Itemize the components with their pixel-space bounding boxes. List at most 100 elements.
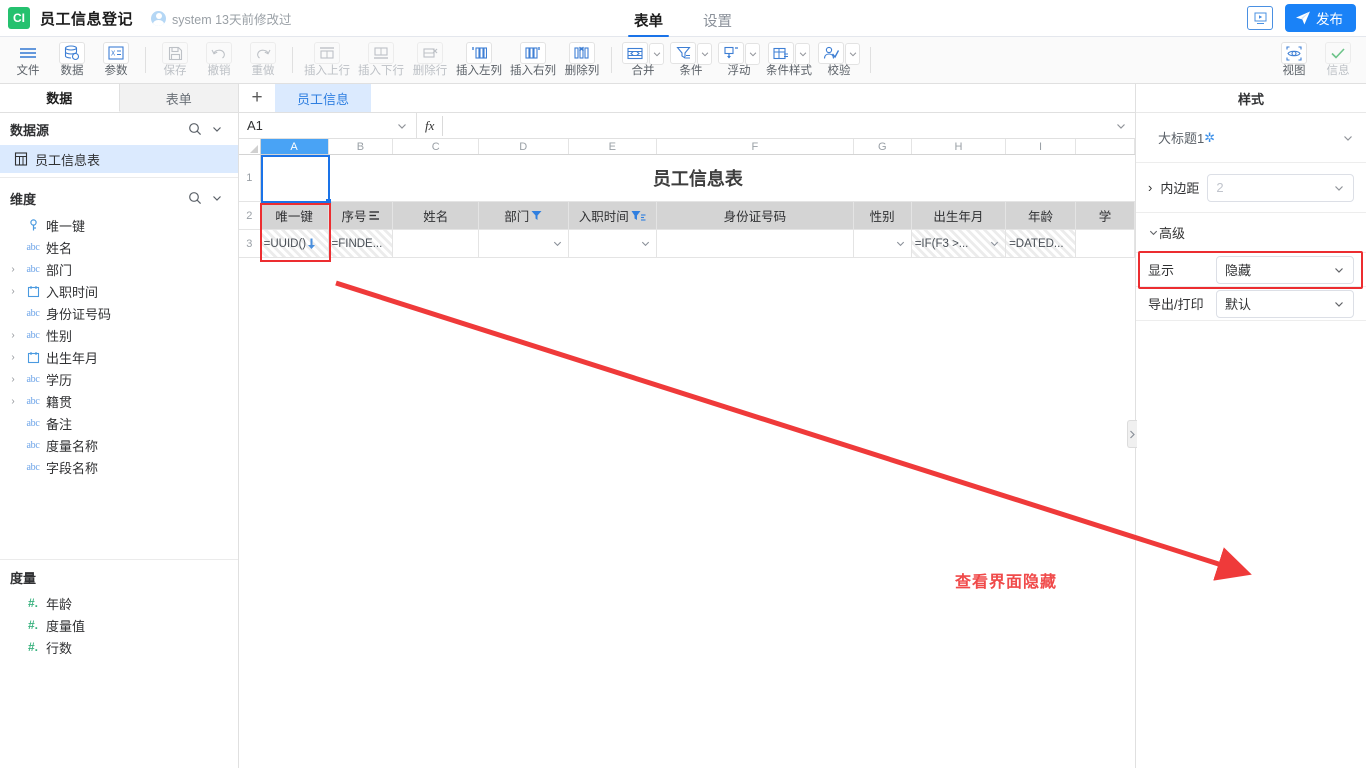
data-cell[interactable] [393,230,479,257]
tab-form[interactable]: 表单 [634,10,663,37]
dimension-field-度量名称[interactable]: abc 度量名称 [0,434,238,456]
data-cell[interactable]: =IF(F3 >... [912,230,1006,257]
dimension-field-性别[interactable]: › abc 性别 [0,324,238,346]
table-header-cell[interactable]: 序号 [329,202,394,229]
ribbon-button-插入左列[interactable]: 插入左列 [452,38,506,83]
add-sheet-button[interactable]: + [239,84,275,112]
chevron-down-icon[interactable] [745,43,760,65]
chevron-down-icon[interactable] [649,43,664,65]
dimension-field-学历[interactable]: › abc 学历 [0,368,238,390]
table-header-cell[interactable]: 唯一键 [261,202,329,229]
ribbon-button-文件[interactable]: 文件 [6,38,50,83]
style-preset-selector[interactable]: 大标题1 ✲ [1136,113,1366,163]
display-select[interactable]: 隐藏 [1216,256,1354,284]
column-header-G[interactable]: G [854,139,912,154]
data-cell[interactable] [1076,230,1135,257]
chevron-down-icon[interactable] [845,43,860,65]
chevron-down-icon[interactable] [895,238,906,249]
table-header-cell[interactable]: 出生年月 [912,202,1006,229]
data-cell[interactable] [479,230,569,257]
chevron-right-icon[interactable]: › [1148,180,1152,195]
chevron-down-icon[interactable] [795,43,810,65]
chevron-down-icon[interactable] [989,238,1000,249]
ribbon-button-数据[interactable]: 数据 [50,38,94,83]
tab-settings[interactable]: 设置 [703,10,732,37]
column-header-B[interactable]: B [329,139,394,154]
ribbon-button-插入右列[interactable]: 插入右列 [506,38,560,83]
column-header-I[interactable]: I [1006,139,1076,154]
table-header-cell[interactable]: 性别 [854,202,912,229]
name-box[interactable]: A1 [239,113,417,138]
dimension-field-备注[interactable]: abc 备注 [0,412,238,434]
data-cell[interactable] [569,230,658,257]
row-header-3[interactable]: 3 [239,230,261,257]
table-header-cell[interactable]: 部门 [479,202,569,229]
ribbon-group-校验[interactable]: 校验 [815,38,863,83]
search-icon[interactable] [184,118,206,140]
measure-field-行数[interactable]: #. 行数 [0,636,238,658]
chevron-right-icon[interactable]: › [6,286,20,297]
advanced-section-header[interactable]: 高级 [1136,213,1366,253]
column-header-E[interactable]: E [569,139,658,154]
table-header-cell[interactable]: 入职时间 [569,202,658,229]
dimension-field-入职时间[interactable]: › 入职时间 [0,280,238,302]
left-tab-form[interactable]: 表单 [120,84,239,112]
ribbon-group-浮动[interactable]: 浮动 [715,38,763,83]
chevron-right-icon[interactable]: › [6,330,20,341]
dimension-field-姓名[interactable]: abc 姓名 [0,236,238,258]
table-header-cell[interactable]: 年龄 [1006,202,1076,229]
table-header-cell[interactable]: 姓名 [393,202,479,229]
chevron-right-icon[interactable]: › [6,374,20,385]
data-cell[interactable]: =DATED... [1006,230,1076,257]
data-cell[interactable]: =FINDE... [329,230,394,257]
row-header-1[interactable]: 1 [239,155,261,201]
column-header-blank[interactable] [1076,139,1135,154]
chevron-right-icon[interactable]: › [6,396,20,407]
formula-input[interactable] [442,116,1107,136]
chevron-down-icon[interactable] [1115,120,1127,132]
column-header-F[interactable]: F [657,139,854,154]
left-tab-data[interactable]: 数据 [0,84,120,112]
ribbon-button-参数[interactable]: X 参数 [94,38,138,83]
column-header-H[interactable]: H [912,139,1006,154]
dimension-field-部门[interactable]: › abc 部门 [0,258,238,280]
export-print-select[interactable]: 默认 [1216,290,1354,318]
chevron-down-icon[interactable] [640,238,651,249]
ribbon-group-条件样式[interactable]: 条件样式 [763,38,815,83]
chevron-down-icon[interactable] [206,118,228,140]
sheet-title-cell[interactable]: 员工信息表 [261,155,1135,201]
search-icon[interactable] [184,187,206,209]
panel-collapse-handle[interactable] [1127,420,1137,448]
ribbon-group-条件[interactable]: 条件 [667,38,715,83]
chevron-down-icon[interactable] [206,187,228,209]
data-cell[interactable] [854,230,912,257]
data-cell[interactable] [657,230,854,257]
row-header-2[interactable]: 2 [239,202,261,229]
measure-field-度量值[interactable]: #. 度量值 [0,614,238,636]
datasource-item-employee-table[interactable]: 员工信息表 [0,145,238,173]
column-header-A[interactable]: A [261,139,329,154]
sheet-tab-employee-info[interactable]: 员工信息 [275,84,371,112]
dimension-field-身份证号码[interactable]: abc 身份证号码 [0,302,238,324]
publish-button[interactable]: 发布 [1285,4,1356,32]
table-header-cell[interactable]: 身份证号码 [657,202,854,229]
ribbon-group-合并[interactable]: 合并 [619,38,667,83]
dimension-field-唯一键[interactable]: 唯一键 [0,214,238,236]
dimension-field-籍贯[interactable]: › abc 籍贯 [0,390,238,412]
chevron-down-icon[interactable] [552,238,563,249]
preview-button[interactable] [1247,6,1273,30]
table-header-cell[interactable]: 学 [1076,202,1135,229]
padding-select[interactable]: 2 [1207,174,1354,202]
chevron-down-icon[interactable] [697,43,712,65]
column-header-C[interactable]: C [393,139,479,154]
column-header-D[interactable]: D [479,139,569,154]
dimension-field-字段名称[interactable]: abc 字段名称 [0,456,238,478]
chevron-right-icon[interactable]: › [6,352,20,363]
dimension-field-出生年月[interactable]: › 出生年月 [0,346,238,368]
select-all-corner[interactable] [239,139,261,154]
ribbon-button-视图[interactable]: 视图 [1272,38,1316,83]
chevron-right-icon[interactable]: › [6,264,20,275]
measure-field-年龄[interactable]: #. 年龄 [0,592,238,614]
data-cell[interactable]: =UUID() [261,230,329,257]
chevron-down-icon[interactable] [1342,132,1354,144]
